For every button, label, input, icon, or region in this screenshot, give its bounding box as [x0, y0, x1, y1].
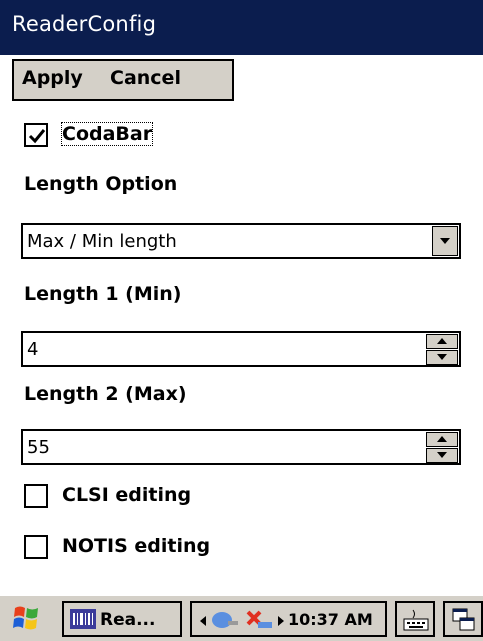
length1-label: Length 1 (Min) — [24, 283, 182, 305]
keyboard-icon — [403, 609, 429, 631]
arrow-up-icon — [437, 436, 447, 442]
clsi-checkbox[interactable] — [24, 484, 48, 508]
length2-value[interactable]: 55 — [27, 437, 50, 458]
length1-value[interactable]: 4 — [27, 339, 38, 360]
title-bar: ReaderConfig — [0, 0, 483, 55]
network-icon[interactable] — [210, 609, 240, 631]
connection-disabled-icon[interactable] — [244, 608, 274, 632]
clock[interactable]: 10:37 AM — [288, 610, 373, 629]
length-option-label: Length Option — [24, 173, 178, 195]
taskbar: Rea... 10:37 AM — [0, 594, 483, 641]
desktop-button[interactable] — [443, 601, 483, 637]
windows-flag-icon[interactable] — [12, 604, 42, 632]
codabar-checkbox[interactable] — [24, 123, 48, 147]
system-tray: 10:37 AM — [190, 601, 387, 637]
length1-increment-button[interactable] — [426, 334, 458, 349]
menu-bar: Apply Cancel — [0, 55, 483, 104]
tray-right-arrow-icon[interactable] — [278, 616, 284, 626]
length2-increment-button[interactable] — [426, 432, 458, 447]
length1-spinbox[interactable]: 4 — [21, 331, 461, 367]
arrow-up-icon — [437, 338, 447, 344]
notis-checkbox[interactable] — [24, 535, 48, 559]
cancel-button[interactable]: Cancel — [110, 67, 181, 89]
task-button-readerconfig[interactable]: Rea... — [62, 601, 182, 637]
checkmark-icon — [28, 129, 46, 144]
notis-label[interactable]: NOTIS editing — [62, 535, 210, 557]
desktop-icon — [452, 608, 475, 631]
length2-spinbox[interactable]: 55 — [21, 429, 461, 465]
length-option-select[interactable]: Max / Min length — [21, 223, 461, 259]
task-button-label: Rea... — [100, 610, 156, 630]
chevron-down-icon — [440, 238, 450, 244]
apply-button[interactable]: Apply — [22, 67, 83, 89]
arrow-down-icon — [437, 354, 447, 360]
length-option-value: Max / Min length — [27, 231, 177, 252]
window-title: ReaderConfig — [12, 12, 157, 36]
dropdown-button[interactable] — [432, 226, 458, 256]
menu-bar-box: Apply Cancel — [12, 59, 234, 101]
tray-left-arrow-icon[interactable] — [200, 616, 206, 626]
length2-decrement-button[interactable] — [426, 448, 458, 463]
codabar-label[interactable]: CodaBar — [60, 122, 154, 146]
clsi-label[interactable]: CLSI editing — [62, 484, 191, 506]
keyboard-button[interactable] — [395, 601, 435, 637]
arrow-down-icon — [437, 452, 447, 458]
barcode-app-icon — [70, 609, 96, 629]
length1-decrement-button[interactable] — [426, 350, 458, 365]
length2-label: Length 2 (Max) — [24, 383, 187, 405]
